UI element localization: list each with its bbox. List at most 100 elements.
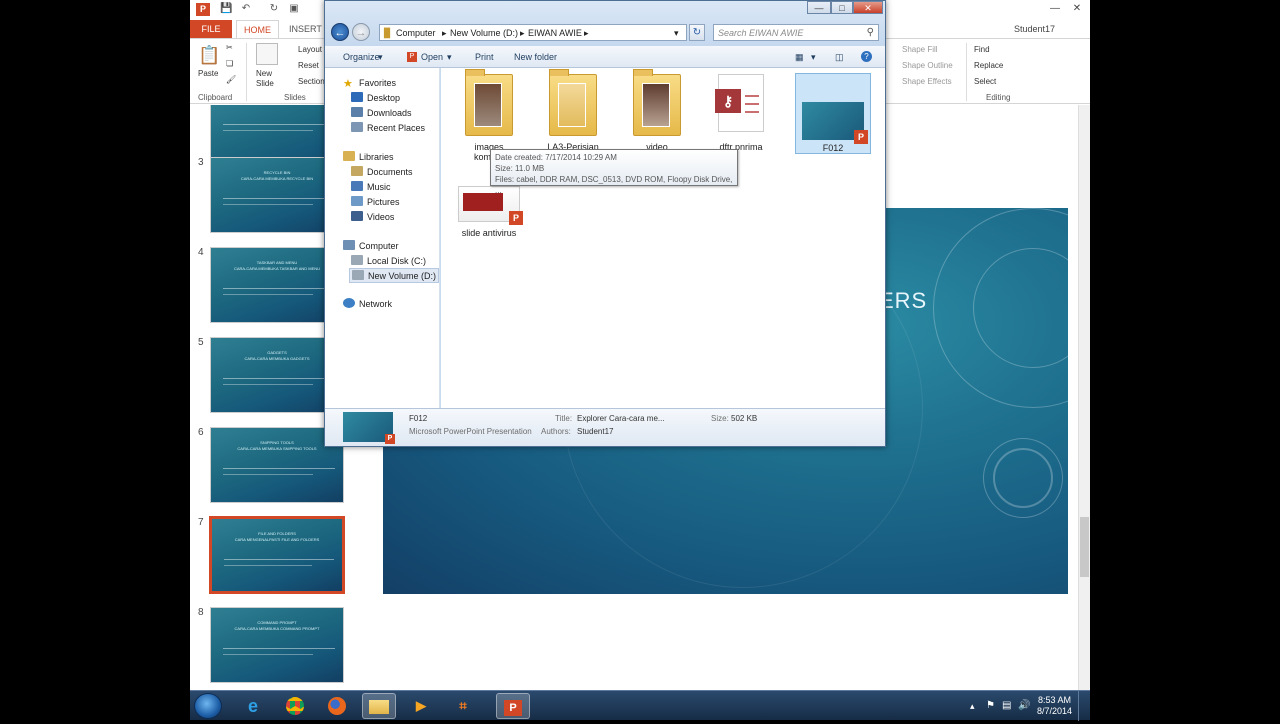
slide-number: 5 bbox=[198, 337, 204, 348]
slide-title[interactable]: ERS bbox=[879, 288, 927, 314]
file-item[interactable]: ⚷ dftr pnrima bbox=[703, 74, 779, 152]
nav-libraries[interactable]: Libraries bbox=[343, 151, 394, 162]
powerpoint-taskbar-icon[interactable]: P bbox=[496, 693, 530, 719]
search-placeholder: Search EIWAN AWIE bbox=[718, 28, 804, 38]
new-slide-button[interactable]: New Slide bbox=[256, 69, 286, 89]
breadcrumb-computer[interactable]: Computer bbox=[396, 28, 436, 38]
explorer-window: — □ ✕ ← → ▉ Computer ▸ New Volume (D:) ▸… bbox=[324, 0, 886, 447]
start-button[interactable] bbox=[194, 693, 222, 719]
copy-icon[interactable]: ❏ bbox=[226, 59, 233, 68]
detail-title-value[interactable]: Explorer Cara-cara me... bbox=[577, 414, 665, 423]
slide-thumbnail-selected[interactable]: FILE AND FOLDERS CARA MENGENALPASTI FILE… bbox=[209, 516, 345, 594]
search-icon[interactable]: ⚲ bbox=[867, 27, 874, 38]
dropdown-icon[interactable]: ▾ bbox=[378, 52, 383, 63]
find-button[interactable]: Find bbox=[974, 45, 990, 54]
user-name[interactable]: Student17 bbox=[1014, 24, 1055, 34]
vertical-scrollbar[interactable] bbox=[1078, 105, 1090, 690]
nav-pictures[interactable]: Pictures bbox=[351, 196, 400, 207]
volume-icon[interactable]: 🔊 bbox=[1018, 700, 1030, 711]
reset-button[interactable]: Reset bbox=[298, 61, 319, 70]
dropdown-icon[interactable]: ▾ bbox=[447, 52, 452, 63]
file-item-selected[interactable]: P F012 bbox=[795, 73, 871, 154]
paste-icon[interactable]: 📋 bbox=[198, 45, 220, 66]
nav-desktop[interactable]: Desktop bbox=[351, 92, 400, 103]
section-button[interactable]: Section bbox=[298, 77, 325, 86]
nav-local-disk[interactable]: Local Disk (C:) bbox=[351, 255, 426, 266]
nav-computer[interactable]: Computer bbox=[343, 240, 399, 251]
tray-arrow-icon[interactable]: ▴ bbox=[970, 701, 975, 712]
nav-network[interactable]: Network bbox=[343, 298, 392, 309]
tab-insert[interactable]: INSERT bbox=[282, 20, 329, 38]
refresh-button[interactable]: ↻ bbox=[689, 24, 705, 41]
music-icon bbox=[351, 181, 363, 191]
tab-file[interactable]: FILE bbox=[190, 20, 232, 38]
format-painter-icon[interactable]: 🖌 bbox=[226, 75, 236, 84]
address-bar[interactable]: ▉ Computer ▸ New Volume (D:) ▸ EIWAN AWI… bbox=[379, 24, 687, 41]
start-from-beginning-icon[interactable]: ▣ bbox=[288, 3, 300, 15]
nav-music[interactable]: Music bbox=[351, 181, 391, 192]
preview-pane-icon[interactable]: ◫ bbox=[835, 52, 844, 63]
cut-icon[interactable]: ✂ bbox=[226, 43, 233, 52]
organize-button[interactable]: Organize bbox=[343, 52, 380, 62]
close-button[interactable]: ✕ bbox=[853, 1, 883, 14]
redo-icon[interactable]: ↻ bbox=[268, 3, 280, 15]
show-desktop-button[interactable] bbox=[1078, 691, 1090, 721]
new-folder-button[interactable]: New folder bbox=[514, 52, 557, 62]
chevron-right-icon[interactable]: ▸ bbox=[442, 28, 447, 39]
minimize-icon[interactable]: — bbox=[1046, 2, 1064, 16]
nav-favorites[interactable]: ★ Favorites bbox=[343, 77, 396, 90]
chevron-right-icon[interactable]: ▸ bbox=[520, 28, 525, 39]
undo-icon[interactable]: ↶ bbox=[240, 3, 252, 15]
nav-videos[interactable]: Videos bbox=[351, 211, 394, 222]
firefox-icon[interactable] bbox=[320, 693, 354, 719]
file-item[interactable]: video bbox=[619, 69, 695, 152]
forward-button[interactable]: → bbox=[352, 23, 370, 41]
powerpoint-icon: P bbox=[385, 434, 395, 444]
nav-documents[interactable]: Documents bbox=[351, 166, 413, 177]
chrome-icon[interactable] bbox=[278, 693, 312, 719]
maximize-button[interactable]: □ bbox=[831, 1, 853, 14]
open-button[interactable]: Open bbox=[421, 52, 443, 62]
new-slide-icon[interactable] bbox=[256, 43, 278, 65]
clock[interactable]: 8:53 AM 8/7/2014 bbox=[1037, 695, 1072, 717]
breadcrumb-volume[interactable]: New Volume (D:) bbox=[450, 28, 518, 38]
action-center-icon[interactable]: ⚑ bbox=[986, 700, 995, 711]
desktop-icon bbox=[351, 92, 363, 102]
shape-fill-button[interactable]: Shape Fill bbox=[902, 45, 938, 54]
nav-recent-places[interactable]: Recent Places bbox=[351, 122, 425, 133]
nav-new-volume[interactable]: New Volume (D:) bbox=[349, 268, 440, 283]
dropdown-icon[interactable]: ▾ bbox=[674, 28, 679, 39]
shape-outline-button[interactable]: Shape Outline bbox=[902, 61, 953, 70]
editing-group-label: Editing bbox=[986, 93, 1011, 102]
xampp-icon[interactable]: ⌗ bbox=[446, 693, 480, 719]
back-button[interactable]: ← bbox=[331, 23, 349, 41]
nav-downloads[interactable]: Downloads bbox=[351, 107, 412, 118]
view-options-icon[interactable]: ▦ bbox=[795, 52, 804, 63]
detail-authors-value[interactable]: Student17 bbox=[577, 427, 613, 436]
replace-button[interactable]: Replace bbox=[974, 61, 1003, 70]
file-list[interactable]: images kompor LA3-Perisian video ⚷ dftr … bbox=[441, 68, 885, 408]
file-item[interactable]: LA3-Perisian bbox=[535, 69, 611, 152]
slide-thumbnail[interactable]: COMMAND PROMPT CARA-CARA MEMBUKA COMMAND… bbox=[210, 607, 344, 683]
explorer-toolbar: Organize ▾ P Open ▾ Print New folder ▦ ▾… bbox=[325, 46, 885, 68]
internet-explorer-icon[interactable]: e bbox=[236, 693, 270, 719]
chevron-right-icon[interactable]: ▸ bbox=[584, 28, 589, 39]
help-icon[interactable]: ? bbox=[861, 51, 872, 62]
print-button[interactable]: Print bbox=[475, 52, 494, 62]
minimize-button[interactable]: — bbox=[807, 1, 831, 14]
tab-home[interactable]: HOME bbox=[236, 20, 279, 38]
close-icon[interactable]: ✕ bbox=[1068, 2, 1086, 16]
breadcrumb-folder[interactable]: EIWAN AWIE bbox=[528, 28, 582, 38]
file-explorer-icon[interactable] bbox=[362, 693, 396, 719]
network-tray-icon[interactable]: ▤ bbox=[1002, 700, 1011, 711]
media-player-icon[interactable]: ▶ bbox=[404, 693, 438, 719]
scrollbar-thumb[interactable] bbox=[1080, 517, 1089, 577]
shape-effects-button[interactable]: Shape Effects bbox=[902, 77, 952, 86]
save-icon[interactable]: 💾 bbox=[220, 3, 232, 15]
search-input[interactable]: Search EIWAN AWIE ⚲ bbox=[713, 24, 879, 41]
paste-button[interactable]: Paste bbox=[198, 69, 218, 78]
select-button[interactable]: Select bbox=[974, 77, 996, 86]
dropdown-icon[interactable]: ▾ bbox=[811, 52, 816, 63]
layout-button[interactable]: Layout bbox=[298, 45, 322, 54]
slide-number: 4 bbox=[198, 247, 204, 258]
